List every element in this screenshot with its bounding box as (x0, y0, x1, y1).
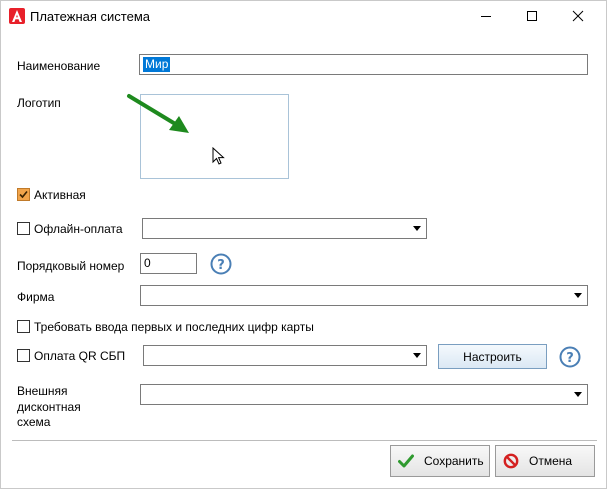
qr-sbp-help-icon[interactable]: ? (559, 346, 581, 368)
name-input[interactable]: Мир (139, 54, 588, 75)
minimize-icon (481, 16, 491, 17)
order-number-input[interactable]: 0 (140, 253, 197, 274)
svg-text:?: ? (566, 351, 574, 366)
mouse-pointer-icon (212, 147, 225, 165)
order-number-value: 0 (144, 256, 151, 270)
offline-payment-label: Офлайн-оплата (34, 222, 123, 236)
active-label: Активная (34, 188, 86, 202)
payment-system-dialog: Платежная система Наименование Мир Логот… (0, 0, 607, 489)
configure-button[interactable]: Настроить (438, 344, 547, 369)
external-discount-select[interactable] (140, 384, 588, 405)
firm-label: Фирма (17, 290, 55, 304)
chevron-down-icon (574, 293, 582, 298)
close-button[interactable] (555, 1, 601, 31)
chevron-down-icon (413, 226, 421, 231)
require-card-digits-checkbox[interactable] (17, 320, 30, 333)
order-number-help-icon[interactable]: ? (210, 253, 232, 275)
save-button-label: Сохранить (424, 454, 484, 468)
name-input-value: Мир (143, 57, 171, 72)
footer-divider (12, 440, 597, 441)
offline-payment-checkbox[interactable] (17, 222, 30, 235)
logo-label: Логотип (17, 96, 61, 110)
maximize-button[interactable] (509, 1, 555, 31)
firm-select[interactable] (140, 285, 588, 306)
minimize-button[interactable] (463, 1, 509, 31)
checkmark-icon (398, 454, 414, 468)
name-label: Наименование (17, 59, 101, 73)
cancel-icon (503, 453, 519, 469)
chevron-down-icon (413, 353, 421, 358)
annotation-arrow-icon (127, 94, 189, 133)
active-checkbox[interactable] (17, 188, 30, 201)
checkmark-icon (19, 190, 28, 199)
title-bar: Платежная система (1, 1, 606, 32)
save-button[interactable]: Сохранить (390, 445, 490, 477)
external-discount-label-line1: Внешняя (17, 384, 68, 398)
chevron-down-icon (574, 392, 582, 397)
require-card-digits-label: Требовать ввода первых и последних цифр … (34, 320, 314, 334)
window-title: Платежная система (30, 9, 150, 24)
app-logo-icon (9, 8, 25, 24)
offline-payment-select[interactable] (142, 218, 427, 239)
cancel-button-label: Отмена (529, 454, 573, 468)
cancel-button[interactable]: Отмена (495, 445, 595, 477)
maximize-icon (527, 11, 537, 21)
svg-text:?: ? (217, 258, 225, 273)
close-icon (572, 10, 584, 22)
qr-sbp-checkbox[interactable] (17, 349, 30, 362)
order-number-label: Порядковый номер (17, 259, 125, 273)
qr-sbp-select[interactable] (143, 345, 427, 366)
external-discount-label-line2: дисконтная (17, 400, 81, 414)
qr-sbp-label: Оплата QR СБП (34, 349, 126, 363)
external-discount-label-line3: схема (17, 415, 51, 429)
